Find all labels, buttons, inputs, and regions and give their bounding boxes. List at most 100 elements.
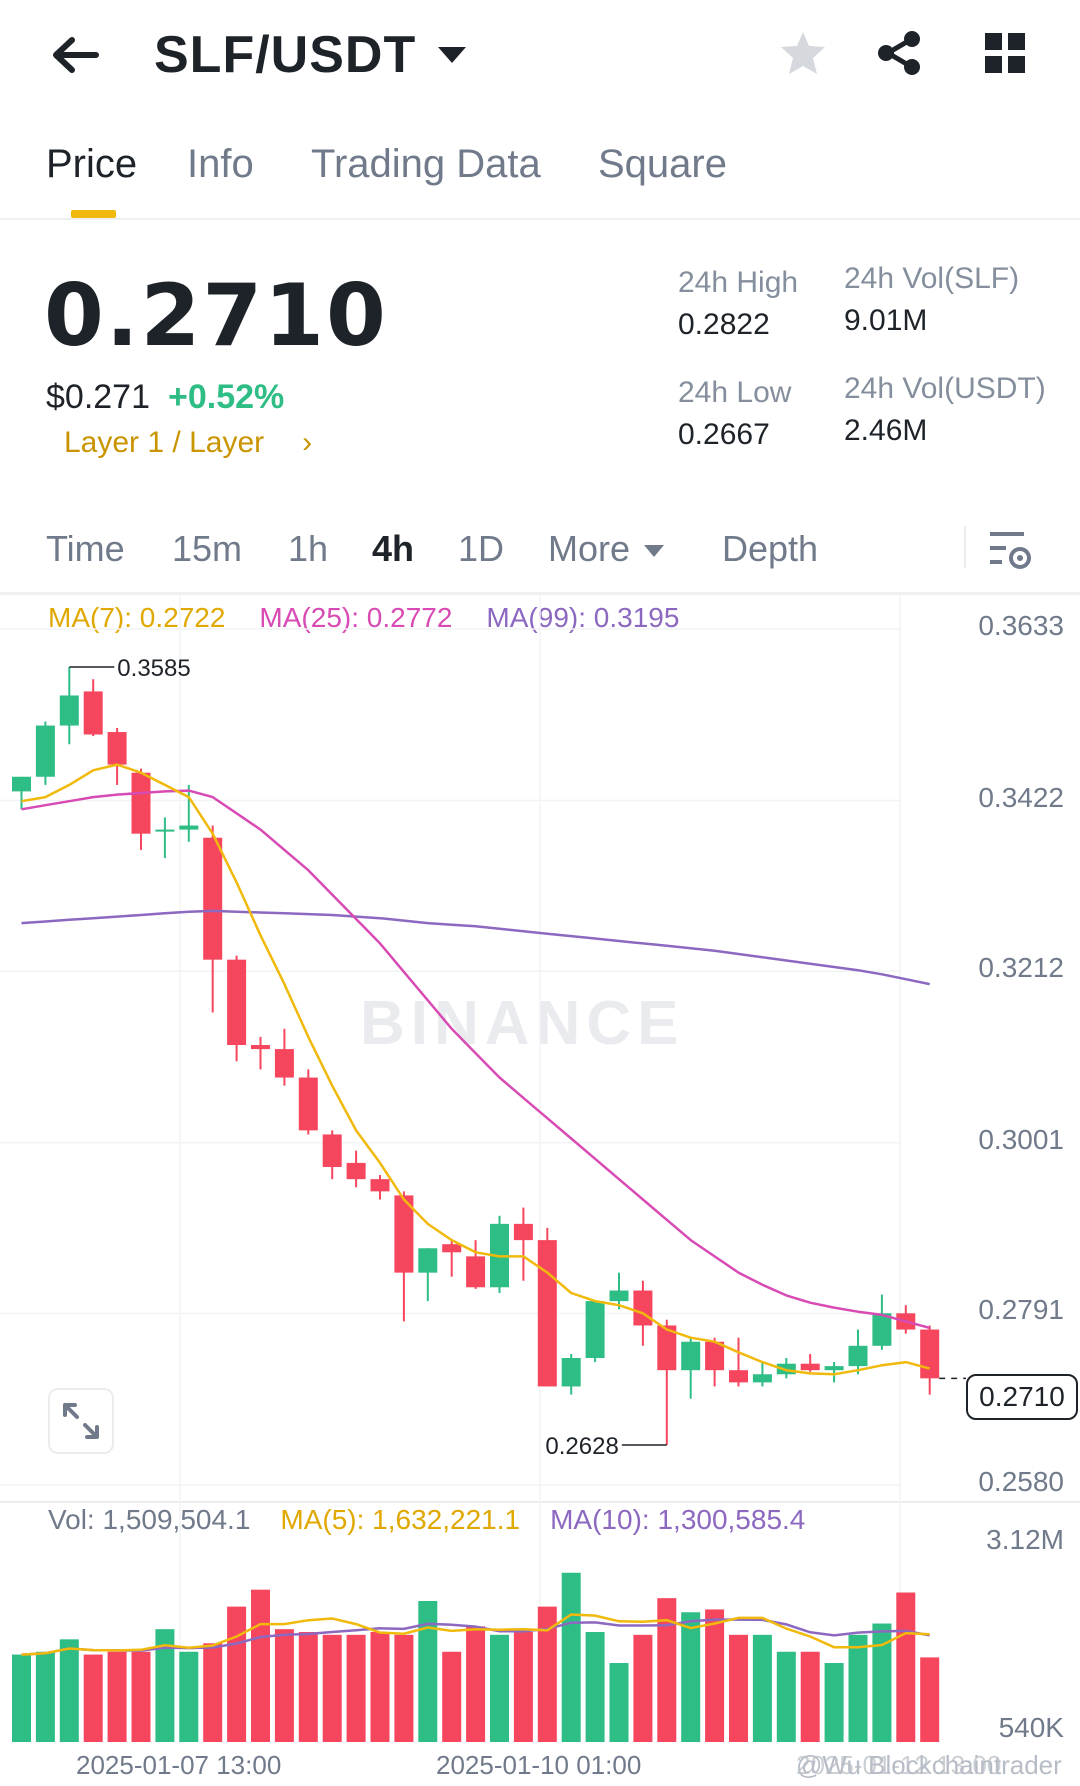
volume-bar-up — [59, 1639, 79, 1742]
low-annotation: 0.2628 — [545, 1433, 618, 1460]
share-icon — [878, 31, 920, 75]
share-button[interactable] — [866, 20, 932, 86]
last-price-marker: 0.2710 — [966, 1374, 1078, 1420]
timeframe-time[interactable]: Time — [46, 528, 125, 570]
tab-trading-data[interactable]: Trading Data — [311, 142, 541, 187]
volume-bar-up — [609, 1663, 629, 1742]
candle-body-down — [322, 1134, 342, 1167]
price-usd: $0.271 — [46, 378, 150, 416]
candle-body-down — [83, 691, 103, 735]
candle-body-up — [418, 1248, 438, 1273]
expand-icon — [63, 1403, 99, 1439]
volume-bar-up — [681, 1612, 701, 1742]
candle-body-down — [513, 1223, 533, 1241]
y-tick-label: 0.3422 — [978, 781, 1064, 813]
volume-bar-up — [752, 1634, 772, 1742]
volume-bar-up — [12, 1654, 31, 1742]
candle-body-up — [35, 725, 55, 777]
grid-menu-button[interactable] — [972, 20, 1038, 86]
candle-body-up — [609, 1290, 629, 1302]
candle-body-down — [203, 837, 223, 960]
timeframe-more[interactable]: More — [548, 528, 665, 570]
y-tick-label: 0.2791 — [978, 1294, 1064, 1326]
candle-body-down — [466, 1256, 486, 1288]
price-chart[interactable]: 0.3585 0.2628 — [0, 594, 1080, 1786]
timeframe-bar: Time 15m 1h 4h 1D More Depth — [0, 518, 1080, 594]
timeframe-4h[interactable]: 4h — [372, 528, 414, 570]
vol-base-24h-label: 24h Vol(SLF) — [844, 262, 1020, 295]
volume-legend: Vol: 1,509,504.1 MA(5): 1,632,221.1 MA(1… — [48, 1504, 805, 1536]
pair-selector[interactable]: SLF/USDT — [154, 22, 467, 88]
volume-bar-up — [824, 1663, 844, 1742]
y-tick-label: 0.3212 — [978, 952, 1064, 984]
volume-bar-down — [131, 1651, 151, 1742]
volume-bar-down — [83, 1654, 103, 1742]
back-button[interactable] — [42, 22, 108, 88]
candle-body-down — [131, 772, 151, 834]
candle-body-down — [274, 1049, 294, 1078]
volume-axis-max: 3.12M — [986, 1524, 1064, 1555]
volume-bar-down — [394, 1634, 414, 1742]
volume-value: Vol: 1,509,504.1 — [48, 1504, 251, 1535]
volume-bar-up — [179, 1651, 199, 1742]
volume-bar-down — [705, 1609, 725, 1742]
user-watermark: @Wu Blockchaintrader — [796, 1750, 1062, 1780]
volume-bar-up — [848, 1634, 868, 1742]
favorite-button[interactable] — [770, 20, 836, 86]
chart-settings-button[interactable] — [984, 526, 1036, 574]
timeframe-1d[interactable]: 1D — [458, 528, 504, 570]
price-change-percent: +0.52% — [168, 378, 285, 416]
volume-bar-down — [370, 1632, 390, 1742]
volume-bar-up — [561, 1572, 581, 1742]
chevron-right-icon: › — [302, 426, 313, 459]
volume-bar-down — [346, 1634, 366, 1742]
tab-bar: Price Info Trading Data Square — [0, 130, 1080, 220]
candle-body-up — [12, 776, 31, 792]
volume-bar-down — [251, 1589, 270, 1742]
tab-square[interactable]: Square — [598, 142, 727, 187]
x-tick-label: 2025-01-07 13:00 — [76, 1750, 282, 1780]
category-tag-label: Layer 1 / Layer — [64, 426, 265, 459]
timeframe-1h[interactable]: 1h — [288, 528, 328, 570]
candle-body-down — [227, 959, 247, 1046]
fullscreen-button[interactable] — [48, 1388, 114, 1454]
candle-body-down — [107, 732, 127, 765]
vol-quote-24h-label: 24h Vol(USDT) — [844, 372, 1046, 405]
volume-bar-down — [800, 1651, 820, 1742]
candle-body-up — [561, 1357, 581, 1387]
low-24h-label: 24h Low — [678, 376, 792, 409]
timeframe-15m[interactable]: 15m — [172, 528, 242, 570]
candle-body-down — [537, 1240, 557, 1387]
low-24h-value: 0.2667 — [678, 418, 770, 451]
candle-body-down — [729, 1370, 748, 1383]
candle-body-down — [370, 1179, 390, 1192]
depth-tab[interactable]: Depth — [722, 528, 818, 570]
volume-bar-down — [274, 1629, 294, 1742]
high-annotation: 0.3585 — [117, 655, 190, 682]
high-24h-value: 0.2822 — [678, 308, 770, 341]
candle-body-up — [681, 1341, 701, 1371]
volume-ma5-value: MA(5): 1,632,221.1 — [280, 1504, 521, 1535]
tab-info[interactable]: Info — [187, 142, 254, 187]
volume-bar-down — [442, 1651, 462, 1742]
volume-bar-down — [513, 1632, 533, 1742]
grid-icon — [985, 33, 1025, 73]
caret-down-icon — [438, 47, 467, 63]
candle-body-up — [155, 829, 175, 832]
volume-ma10-value: MA(10): 1,300,585.4 — [550, 1504, 806, 1535]
volume-bar-up — [776, 1651, 796, 1742]
tab-price[interactable]: Price — [46, 142, 137, 187]
y-tick-label: 0.3633 — [978, 610, 1064, 641]
arrow-left-icon — [53, 37, 99, 73]
category-tag-link[interactable]: Layer 1 / Layer › — [64, 426, 312, 460]
volume-bar-down — [896, 1592, 916, 1742]
volume-bar-down — [107, 1651, 127, 1742]
candle-body-up — [585, 1301, 605, 1358]
last-price: 0.2710 — [44, 266, 388, 366]
active-tab-indicator — [71, 210, 116, 218]
candle-body-up — [59, 695, 79, 726]
candle-body-up — [179, 825, 199, 830]
volume-bar-down — [729, 1634, 748, 1742]
divider — [964, 526, 966, 568]
volume-bar-down — [466, 1626, 486, 1742]
